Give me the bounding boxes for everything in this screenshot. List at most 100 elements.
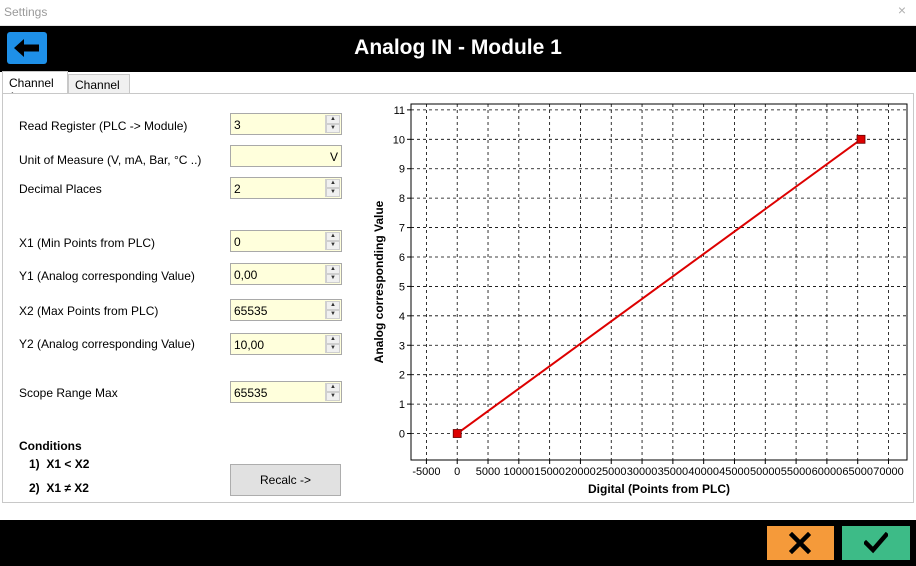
y1-value: 0,00 <box>234 268 258 282</box>
data-point <box>856 134 866 144</box>
spin-down-icon[interactable]: ▼ <box>326 124 340 133</box>
x-tick-label: -5000 <box>412 466 440 478</box>
scope-label: Scope Range Max <box>19 386 118 400</box>
ok-button[interactable] <box>842 526 910 560</box>
spin-up-icon[interactable]: ▲ <box>326 115 340 124</box>
condition-text: X1 < X2 <box>46 457 90 471</box>
x-tick-label: 60000 <box>812 466 843 478</box>
unit-input[interactable]: V <box>230 145 342 167</box>
spin-buttons[interactable]: ▲ ▼ <box>325 383 340 401</box>
x-tick-label: 45000 <box>719 466 750 478</box>
x-tick-label: 15000 <box>534 466 565 478</box>
x-axis-label: Digital (Points from PLC) <box>588 482 730 496</box>
x-tick-label: 65000 <box>842 466 873 478</box>
spin-down-icon[interactable]: ▼ <box>326 274 340 283</box>
plot-area <box>410 103 908 461</box>
y-tick-label: 7 <box>399 223 405 235</box>
condition-text: X1 ≠ X2 <box>46 481 89 495</box>
condition-number: 1) <box>29 457 40 471</box>
x-tick-label: 70000 <box>873 466 904 478</box>
decimals-value: 2 <box>234 182 241 196</box>
x-tick-label: 35000 <box>658 466 689 478</box>
spin-buttons[interactable]: ▲ ▼ <box>325 232 340 250</box>
spin-up-icon[interactable]: ▲ <box>326 335 340 344</box>
spin-down-icon[interactable]: ▼ <box>326 241 340 250</box>
channel-panel: Read Register (PLC -> Module) 3 ▲ ▼ Unit … <box>2 93 914 503</box>
x-tick-label: 50000 <box>750 466 781 478</box>
scope-value: 65535 <box>234 386 268 400</box>
window-title: Settings <box>4 5 48 19</box>
unit-value: V <box>329 150 338 164</box>
x-tick-label: 0 <box>454 466 460 478</box>
tab-channel-2[interactable]: Channel 2 <box>68 74 130 106</box>
spin-up-icon[interactable]: ▲ <box>326 265 340 274</box>
unit-label: Unit of Measure (V, mA, Bar, °C ..) <box>19 153 202 167</box>
spin-up-icon[interactable]: ▲ <box>326 301 340 310</box>
spin-down-icon[interactable]: ▼ <box>326 392 340 401</box>
y-tick-label: 0 <box>399 429 405 441</box>
spin-down-icon[interactable]: ▼ <box>326 188 340 197</box>
conditions-title: Conditions <box>19 439 82 453</box>
y2-value: 10,00 <box>234 338 265 352</box>
y-tick-label: 4 <box>399 311 405 323</box>
x-tick-label: 20000 <box>565 466 596 478</box>
header-bar: Analog IN - Module 1 <box>0 26 916 72</box>
x-tick-label: 40000 <box>688 466 719 478</box>
spin-up-icon[interactable]: ▲ <box>326 383 340 392</box>
x2-value: 65535 <box>234 304 268 318</box>
footer-bar <box>0 520 916 566</box>
cancel-button[interactable] <box>767 526 834 560</box>
y-tick-label: 9 <box>399 164 405 176</box>
tab-channel-1[interactable]: Channel 1 <box>2 71 68 104</box>
spin-down-icon[interactable]: ▼ <box>326 310 340 319</box>
read-register-label: Read Register (PLC -> Module) <box>19 119 188 133</box>
y-axis-label: Analog corresponding Value <box>373 200 386 363</box>
condition-2: 2) X1 ≠ X2 <box>29 481 89 495</box>
x1-label: X1 (Min Points from PLC) <box>19 236 156 250</box>
condition-1: 1) X1 < X2 <box>29 457 89 471</box>
y-tick-label: 3 <box>399 340 405 352</box>
condition-number: 2) <box>29 481 40 495</box>
y-tick-label: 8 <box>399 193 405 205</box>
y-tick-label: 5 <box>399 281 405 293</box>
y-tick-label: 1 <box>399 399 405 411</box>
spin-buttons[interactable]: ▲ ▼ <box>325 179 340 197</box>
x-tick-label: 55000 <box>781 466 812 478</box>
spin-up-icon[interactable]: ▲ <box>326 179 340 188</box>
x2-label: X2 (Max Points from PLC) <box>19 304 159 318</box>
x-tick-label: 10000 <box>504 466 535 478</box>
spin-down-icon[interactable]: ▼ <box>326 344 340 353</box>
close-icon <box>789 532 811 554</box>
y1-label: Y1 (Analog corresponding Value) <box>19 269 195 283</box>
window-close-icon[interactable]: × <box>898 2 906 18</box>
tab-bar: Channel 1 Channel 2 <box>0 71 916 106</box>
x1-value: 0 <box>234 235 241 249</box>
y2-label: Y2 (Analog corresponding Value) <box>19 337 195 351</box>
scope-stepper[interactable]: 65535 ▲ ▼ <box>230 381 342 403</box>
x-tick-label: 25000 <box>596 466 627 478</box>
y-tick-label: 2 <box>399 370 405 382</box>
y-tick-label: 6 <box>399 252 405 264</box>
data-point <box>452 429 462 438</box>
spin-buttons[interactable]: ▲ ▼ <box>325 335 340 353</box>
decimals-stepper[interactable]: 2 ▲ ▼ <box>230 177 342 199</box>
window-titlebar: Settings × <box>0 0 916 26</box>
x-tick-label: 30000 <box>627 466 658 478</box>
checkmark-icon <box>864 532 888 554</box>
y-tick-label: 11 <box>394 105 405 117</box>
page-title: Analog IN - Module 1 <box>354 36 562 59</box>
x-tick-label: 5000 <box>476 466 500 478</box>
x1-stepper[interactable]: 0 ▲ ▼ <box>230 230 342 252</box>
spin-buttons[interactable]: ▲ ▼ <box>325 301 340 319</box>
y1-stepper[interactable]: 0,00 ▲ ▼ <box>230 263 342 285</box>
read-register-value: 3 <box>234 118 241 132</box>
spin-up-icon[interactable]: ▲ <box>326 232 340 241</box>
spin-buttons[interactable]: ▲ ▼ <box>325 115 340 133</box>
recalc-button[interactable]: Recalc -> <box>230 464 341 496</box>
read-register-stepper[interactable]: 3 ▲ ▼ <box>230 113 342 135</box>
x2-stepper[interactable]: 65535 ▲ ▼ <box>230 299 342 321</box>
decimals-label: Decimal Places <box>19 182 102 196</box>
scaling-chart: -5000 0 5000 10000 15000 20000 25000 30000 35000… <box>373 103 908 496</box>
y2-stepper[interactable]: 10,00 ▲ ▼ <box>230 333 342 355</box>
spin-buttons[interactable]: ▲ ▼ <box>325 265 340 283</box>
